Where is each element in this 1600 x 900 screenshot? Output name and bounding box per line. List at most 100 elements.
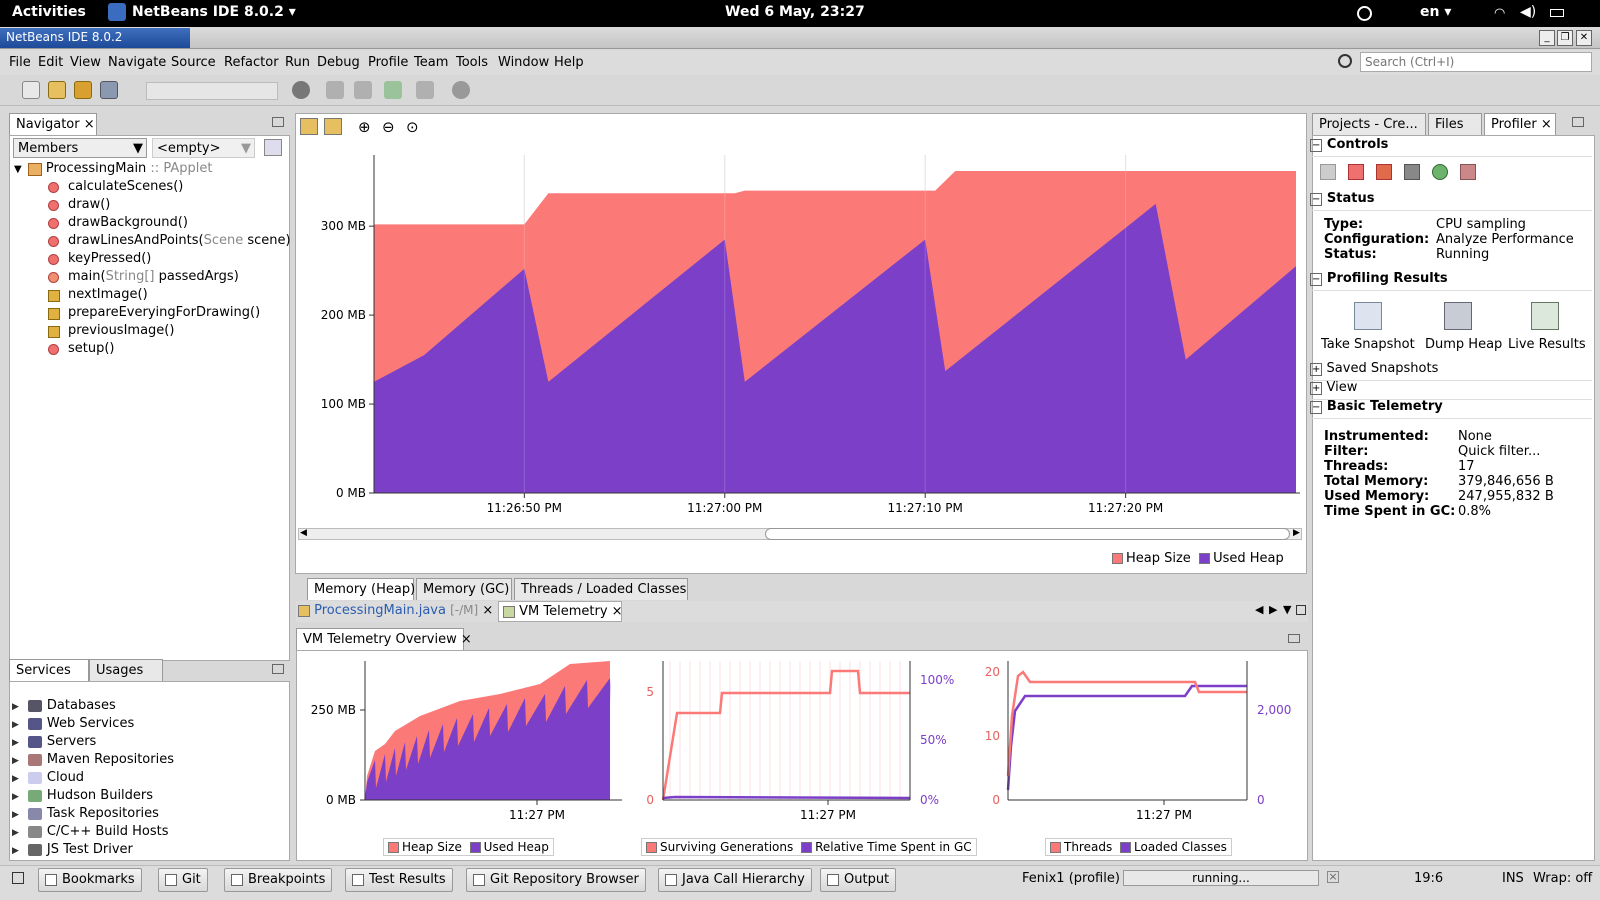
expand-icon[interactable]: ▶ bbox=[12, 738, 19, 748]
tab-list-icon[interactable]: ▼ bbox=[1283, 603, 1291, 616]
empty-filter-select[interactable]: <empty> ▼ bbox=[152, 138, 255, 158]
vm-telemetry-icon[interactable] bbox=[1460, 164, 1476, 180]
rerun-icon[interactable] bbox=[1320, 164, 1336, 180]
services-item[interactable]: ▶ Servers bbox=[12, 733, 96, 751]
profile-icon[interactable] bbox=[452, 81, 470, 99]
close-icon[interactable]: ✕ bbox=[1576, 30, 1592, 46]
battery-icon[interactable] bbox=[1550, 9, 1564, 17]
restore-icon[interactable]: ❐ bbox=[1557, 30, 1573, 46]
close-icon[interactable]: × bbox=[482, 603, 493, 618]
bottom-tab-java-call-hierarchy[interactable]: Java Call Hierarchy bbox=[658, 868, 812, 892]
expand-icon[interactable]: ▶ bbox=[12, 774, 19, 784]
bottom-tab-breakpoints[interactable]: Breakpoints bbox=[224, 868, 333, 892]
tab-vm-telemetry[interactable]: VM Telemetry × bbox=[498, 601, 623, 622]
tab-navigator[interactable]: Navigator × bbox=[9, 113, 97, 135]
navigator-member[interactable]: draw() bbox=[48, 196, 110, 214]
navigator-member[interactable]: main(String[] passedArgs) bbox=[48, 268, 239, 286]
search-input[interactable] bbox=[1360, 52, 1592, 72]
close-icon[interactable]: × bbox=[1541, 117, 1552, 132]
clock[interactable]: Wed 6 May, 23:27 bbox=[725, 4, 865, 20]
live-results-button[interactable]: Live Results bbox=[1508, 337, 1586, 352]
accessibility-icon[interactable] bbox=[1357, 6, 1372, 21]
filters-icon[interactable] bbox=[264, 139, 282, 156]
tab-processingmain-java[interactable]: ProcessingMain.java [-/M] × bbox=[298, 603, 493, 618]
new-project-icon[interactable] bbox=[48, 81, 66, 99]
bottom-tab-bookmarks[interactable]: Bookmarks bbox=[38, 868, 142, 892]
debug-icon[interactable] bbox=[416, 81, 434, 99]
menu-debug[interactable]: Debug bbox=[317, 55, 360, 70]
view-section[interactable]: + View bbox=[1310, 380, 1592, 400]
expand-icon[interactable]: ▶ bbox=[12, 756, 19, 766]
members-filter-select[interactable]: Members ▼ bbox=[13, 138, 147, 158]
expand-icon[interactable]: ▶ bbox=[12, 810, 19, 820]
tab-projects[interactable]: Projects - Cre... bbox=[1312, 113, 1426, 135]
services-item[interactable]: ▶ C/C++ Build Hosts bbox=[12, 823, 169, 841]
menu-edit[interactable]: Edit bbox=[38, 55, 63, 70]
globe-icon[interactable] bbox=[292, 81, 310, 99]
navigator-member[interactable]: prepareEveryingForDrawing() bbox=[48, 304, 260, 322]
save-image-icon[interactable] bbox=[324, 118, 342, 135]
minimize-panel-icon[interactable] bbox=[272, 664, 284, 674]
cancel-process-icon[interactable]: × bbox=[1327, 871, 1339, 883]
menu-tools[interactable]: Tools bbox=[456, 55, 488, 70]
bottom-tab-git[interactable]: Git bbox=[158, 868, 208, 892]
tab-profiler[interactable]: Profiler × bbox=[1484, 113, 1556, 135]
tab-files[interactable]: Files bbox=[1428, 113, 1482, 135]
services-item[interactable]: ▶ Cloud bbox=[12, 769, 84, 787]
open-project-icon[interactable] bbox=[74, 81, 92, 99]
profiling-results-section[interactable]: − Profiling Results bbox=[1310, 271, 1592, 291]
new-file-icon[interactable] bbox=[22, 81, 40, 99]
tab-vm-telemetry-overview[interactable]: VM Telemetry Overview × bbox=[296, 628, 472, 650]
export-icon[interactable] bbox=[300, 118, 318, 135]
navigator-member[interactable]: keyPressed() bbox=[48, 250, 151, 268]
zoom-out-icon[interactable]: ⊖ bbox=[382, 118, 395, 136]
volume-icon[interactable]: ◀) bbox=[1520, 4, 1536, 20]
expand-icon[interactable]: ▶ bbox=[12, 792, 19, 802]
tab-memory-gc[interactable]: Memory (GC) bbox=[416, 578, 512, 600]
zoom-in-icon[interactable]: ⊕ bbox=[358, 118, 371, 136]
stop-icon[interactable] bbox=[1348, 164, 1364, 180]
status-section[interactable]: − Status bbox=[1310, 191, 1592, 211]
saved-snapshots-section[interactable]: + Saved Snapshots bbox=[1310, 361, 1592, 381]
bottom-tab-git-repository-browser[interactable]: Git Repository Browser bbox=[466, 868, 646, 892]
tab-nav-right-icon[interactable]: ▶ bbox=[1269, 603, 1277, 616]
menu-view[interactable]: View bbox=[70, 55, 101, 70]
controls-section[interactable]: − Controls bbox=[1310, 137, 1592, 157]
maximize-icon[interactable] bbox=[1296, 605, 1306, 615]
scrollbar-thumb[interactable] bbox=[765, 528, 1290, 540]
navigator-member[interactable]: calculateScenes() bbox=[48, 178, 183, 196]
show-panels-icon[interactable] bbox=[12, 872, 24, 884]
navigator-member[interactable]: setup() bbox=[48, 340, 115, 358]
zoom-fit-icon[interactable]: ⊙ bbox=[406, 118, 419, 136]
expand-icon[interactable]: ▶ bbox=[12, 702, 19, 712]
reset-results-icon[interactable] bbox=[1404, 164, 1420, 180]
class-node[interactable]: ▼ ProcessingMain :: PApplet bbox=[14, 160, 212, 178]
minimize-panel-icon[interactable] bbox=[1572, 117, 1584, 127]
tab-nav-left-icon[interactable]: ◀ bbox=[1255, 603, 1263, 616]
menu-window[interactable]: Window bbox=[498, 55, 549, 70]
close-icon[interactable]: × bbox=[461, 632, 472, 647]
expand-icon[interactable]: ▶ bbox=[12, 846, 19, 856]
wifi-icon[interactable]: ◠ bbox=[1494, 6, 1505, 21]
modify-profiling-icon[interactable] bbox=[1376, 164, 1392, 180]
navigator-member[interactable]: nextImage() bbox=[48, 286, 148, 304]
run-gc-icon[interactable] bbox=[1432, 164, 1448, 180]
menu-team[interactable]: Team bbox=[414, 55, 448, 70]
tab-services[interactable]: Services bbox=[9, 659, 89, 681]
menu-run[interactable]: Run bbox=[285, 55, 310, 70]
save-all-icon[interactable] bbox=[100, 81, 118, 99]
expand-icon[interactable]: ▶ bbox=[12, 720, 19, 730]
tab-usages[interactable]: Usages bbox=[89, 659, 163, 681]
services-item[interactable]: ▶ Databases bbox=[12, 697, 116, 715]
configuration-select[interactable] bbox=[146, 82, 278, 100]
services-item[interactable]: ▶ Hudson Builders bbox=[12, 787, 153, 805]
menu-navigate[interactable]: Navigate bbox=[108, 55, 166, 70]
menu-refactor[interactable]: Refactor bbox=[224, 55, 279, 70]
minimize-icon[interactable]: _ bbox=[1539, 30, 1555, 46]
menu-profile[interactable]: Profile bbox=[368, 55, 408, 70]
run-icon[interactable] bbox=[384, 81, 402, 99]
minimize-panel-icon[interactable] bbox=[272, 117, 284, 127]
bottom-tab-output[interactable]: Output bbox=[820, 868, 897, 892]
services-item[interactable]: ▶ JS Test Driver bbox=[12, 841, 133, 859]
tab-threads-loaded-classes[interactable]: Threads / Loaded Classes bbox=[514, 578, 688, 600]
